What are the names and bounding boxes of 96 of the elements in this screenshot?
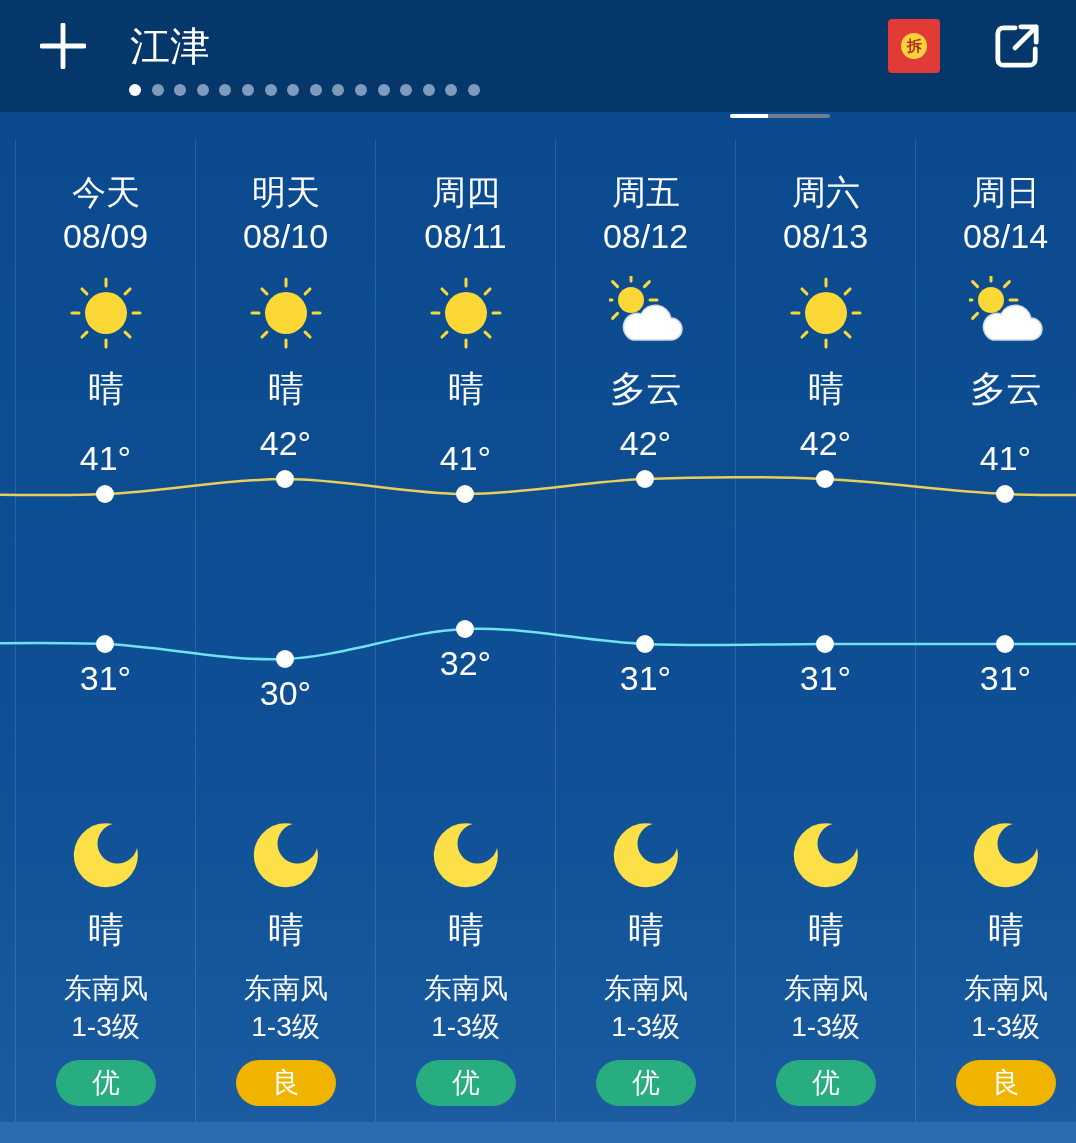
moon-icon [432,822,499,888]
weather-condition: 晴 [987,908,1024,952]
low-temperature: 32° [438,643,493,683]
low-temperature: 31° [978,658,1033,698]
weather-condition: 晴 [627,908,664,952]
moon-icon [72,822,139,888]
air-quality-badge: 优 [55,1060,156,1106]
page-dot[interactable] [377,84,390,96]
sun-icon [788,276,863,350]
weather-condition: 晴 [87,368,124,410]
moon-icon [252,822,319,888]
high-temperature: 41° [78,438,133,478]
sun-icon [248,276,323,350]
wind-direction: 东南风 [783,972,868,1006]
temperature-point [276,650,294,668]
wind-level: 1-3级 [431,1010,500,1044]
weather-condition: 多云 [609,368,682,410]
air-quality-badge: 优 [775,1060,876,1106]
page-dot[interactable] [467,84,480,96]
temperature-point [996,635,1014,653]
moon-icon [972,822,1039,888]
page-dot[interactable] [332,84,345,96]
page-dot[interactable] [151,84,164,96]
day-label: 周五 [611,172,680,213]
page-dot[interactable] [129,84,141,96]
wind-direction: 东南风 [243,972,328,1006]
temperature-point [636,470,654,488]
high-temperature: 42° [798,423,853,463]
page-dot[interactable] [400,84,413,96]
moon-icon [612,822,679,888]
temperature-point [96,485,114,503]
page-dot[interactable] [445,84,458,96]
date-label: 08/14 [962,216,1049,257]
page-dot[interactable] [354,84,367,96]
date-label: 08/13 [782,216,869,257]
temperature-point [816,470,834,488]
page-dot[interactable] [287,84,300,96]
day-label: 周日 [971,172,1040,213]
page-dot[interactable] [422,84,435,96]
low-temperature: 31° [78,658,133,698]
weather-condition: 晴 [447,368,484,410]
low-temperature: 30° [258,673,313,713]
gift-envelope-button[interactable]: 拆 [888,19,940,73]
air-quality-badge: 优 [595,1060,696,1106]
temperature-point [636,635,654,653]
high-temperature: 41° [978,438,1033,478]
page-dot[interactable] [219,84,232,96]
weather-condition: 多云 [969,368,1042,410]
date-label: 08/10 [242,216,329,257]
date-label: 08/09 [62,216,149,257]
wind-level: 1-3级 [791,1010,860,1044]
share-icon[interactable] [994,23,1040,69]
page-dot[interactable] [264,84,277,96]
weather-condition: 晴 [267,908,304,952]
wind-level: 1-3级 [71,1010,140,1044]
weather-condition: 晴 [447,908,484,952]
add-icon[interactable] [40,23,86,69]
city-name: 江津 [130,22,210,70]
wind-level: 1-3级 [971,1010,1040,1044]
wind-level: 1-3级 [611,1010,680,1044]
temperature-point [456,620,474,638]
date-label: 08/11 [424,216,507,257]
weather-condition: 晴 [267,368,304,410]
day-label: 今天 [71,172,140,213]
high-temperature: 41° [438,438,493,478]
wind-direction: 东南风 [63,972,148,1006]
air-quality-badge: 良 [235,1060,336,1106]
weather-condition: 晴 [807,368,844,410]
temperature-point [996,485,1014,503]
high-temperature: 42° [618,423,673,463]
weather-condition: 晴 [87,908,124,952]
temperature-point [456,485,474,503]
air-quality-badge: 优 [415,1060,516,1106]
temperature-point [276,470,294,488]
sun-icon [68,276,143,350]
low-temperature: 31° [798,658,853,698]
low-temperature: 31° [618,658,673,698]
day-label: 明天 [251,172,320,213]
wind-level: 1-3级 [251,1010,320,1044]
moon-icon [792,822,859,888]
page-dot[interactable] [241,84,254,96]
wind-direction: 东南风 [603,972,688,1006]
page-dot[interactable] [196,84,209,96]
air-quality-badge: 良 [955,1060,1056,1106]
wind-direction: 东南风 [423,972,508,1006]
date-label: 08/12 [602,216,689,257]
temperature-point [96,635,114,653]
high-temperature: 42° [258,423,313,463]
page-dot[interactable] [174,84,187,96]
temperature-point [816,635,834,653]
page-dot[interactable] [309,84,322,96]
day-label: 周六 [791,172,860,213]
day-label: 周四 [431,172,500,213]
wind-direction: 东南风 [963,972,1048,1006]
weather-condition: 晴 [807,908,844,952]
sun-icon [428,276,503,350]
